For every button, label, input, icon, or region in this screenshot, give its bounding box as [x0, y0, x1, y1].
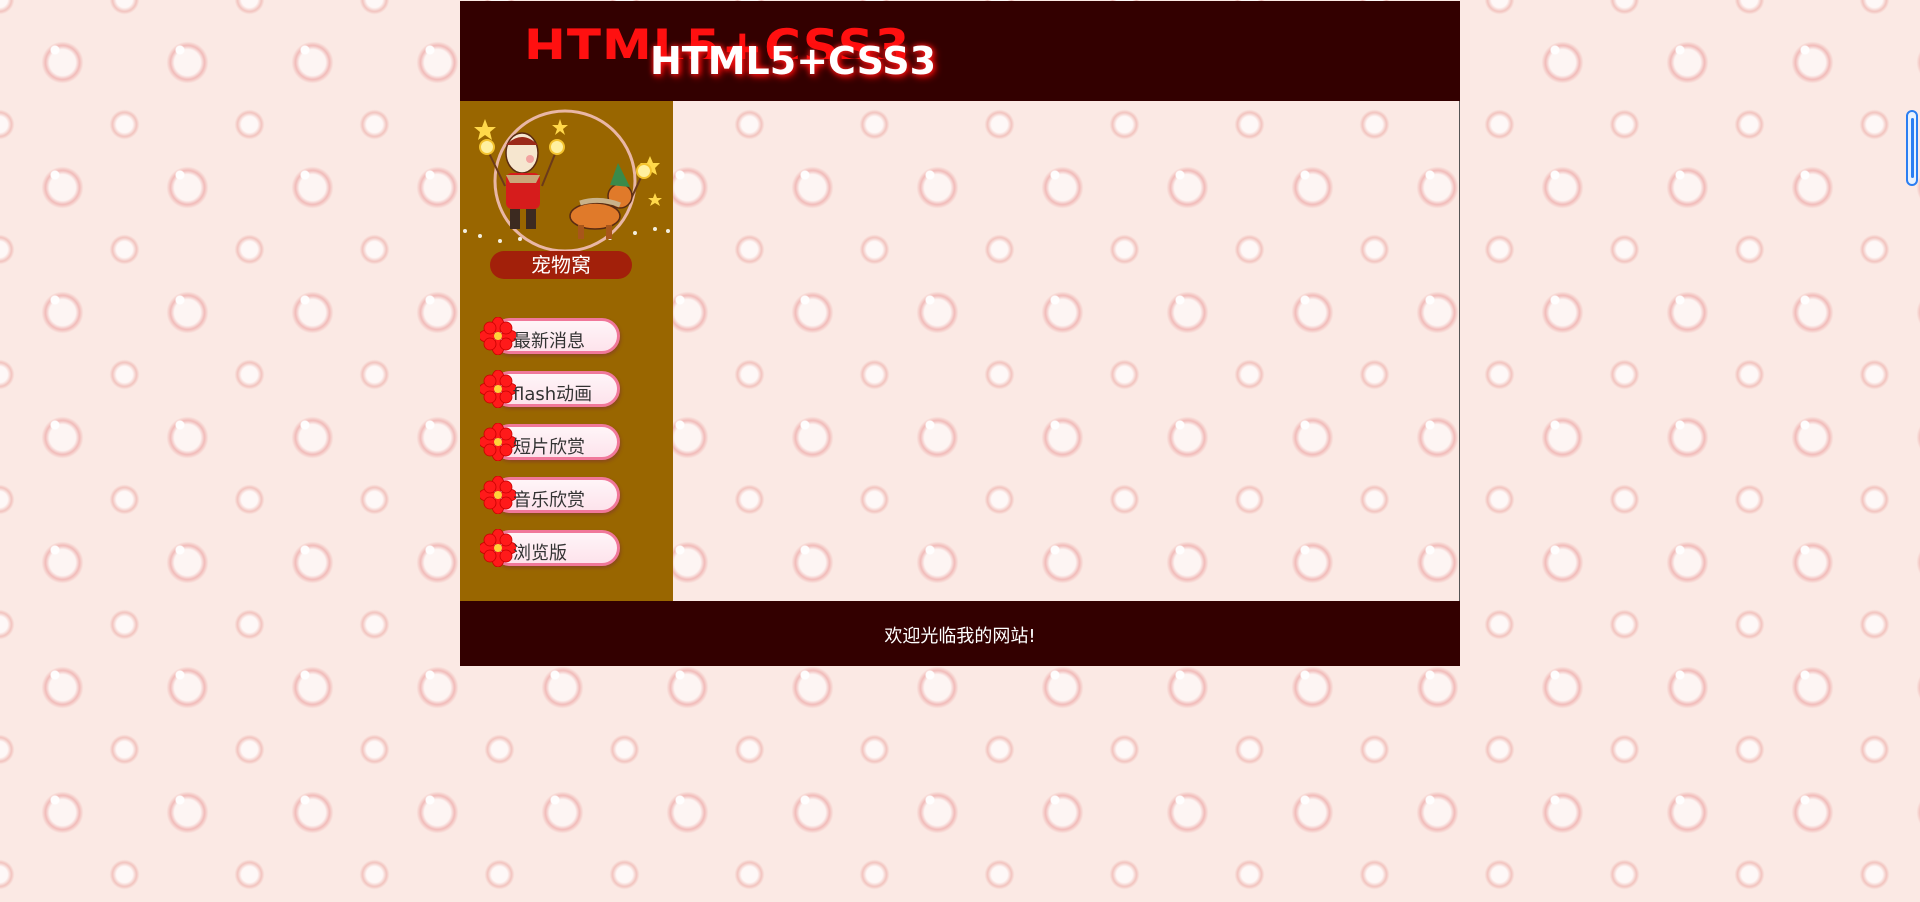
sidebar-item-short-films[interactable]: 短片欣赏 — [480, 422, 625, 464]
sidebar-item-label: 最新消息 — [513, 331, 585, 352]
main-content-area — [673, 101, 1460, 601]
header-title: HTML5+CSS3 — [650, 39, 937, 83]
sidebar-item-flash-animation[interactable]: flash动画 — [480, 369, 625, 411]
site-header: HTML5+CSS3 HTML5+CSS3 — [460, 1, 1460, 101]
sidebar-item-label: 音乐欣赏 — [513, 490, 585, 511]
page-container: HTML5+CSS3 HTML5+CSS3 宠物窝 最新消息 flash动画 短… — [460, 1, 1460, 666]
flower-icon — [480, 370, 516, 408]
sidebar-item-label: 短片欣赏 — [513, 437, 585, 458]
pet-nest-logo-text: 宠物窝 — [531, 253, 591, 277]
sidebar-item-music[interactable]: 音乐欣赏 — [480, 475, 625, 517]
footer-welcome-text: 欢迎光临我的网站! — [884, 626, 1036, 647]
sidebar-item-latest-news[interactable]: 最新消息 — [480, 316, 625, 358]
scrollbar-thumb[interactable] — [1906, 110, 1918, 186]
flower-icon — [480, 476, 516, 514]
flower-icon — [480, 529, 516, 567]
sidebar-item-label: flash动画 — [513, 384, 593, 405]
sidebar-nav: 最新消息 flash动画 短片欣赏 音乐欣赏 浏览版 — [480, 316, 625, 581]
site-footer: 欢迎光临我的网站! — [460, 601, 1460, 666]
flower-icon — [480, 423, 516, 461]
pet-nest-logo: 宠物窝 — [463, 109, 670, 279]
sidebar-item-browse[interactable]: 浏览版 — [480, 528, 625, 570]
flower-icon — [480, 317, 516, 355]
sidebar-item-label: 浏览版 — [513, 543, 567, 564]
sidebar: 宠物窝 最新消息 flash动画 短片欣赏 音乐欣赏 浏览版 — [460, 101, 673, 601]
